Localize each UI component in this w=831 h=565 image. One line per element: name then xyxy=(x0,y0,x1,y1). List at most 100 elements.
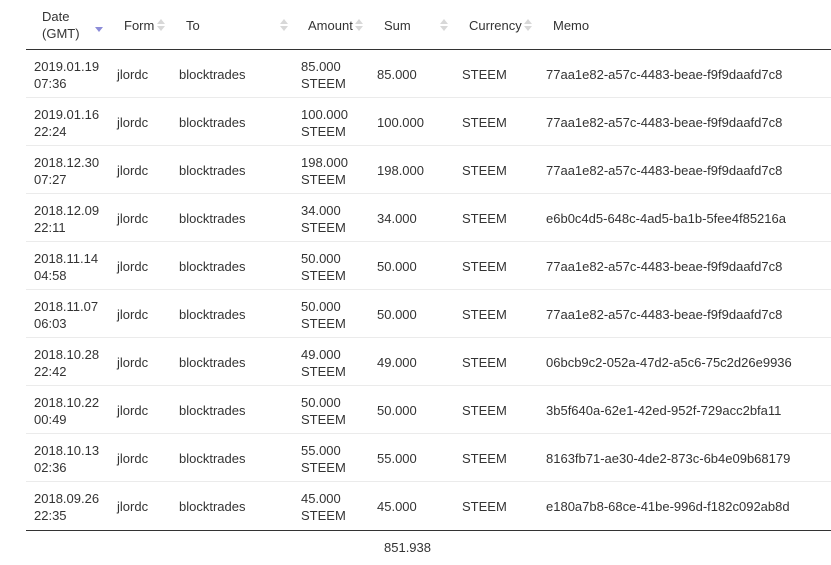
column-header-from[interactable]: Form xyxy=(124,0,169,50)
column-header-memo[interactable]: Memo xyxy=(553,0,613,50)
cell-currency-value: STEEM xyxy=(462,67,507,82)
cell-memo: 3b5f640a-62e1-42ed-952f-729acc2bfa11 xyxy=(546,402,781,419)
cell-to: blocktrades xyxy=(179,306,245,323)
column-header-date[interactable]: Date (GMT) xyxy=(42,0,112,50)
cell-to-value: blocktrades xyxy=(179,499,246,514)
cell-date-subvalue: 07:27 xyxy=(34,172,67,187)
cell-from-value: jlordc xyxy=(117,499,149,514)
cell-memo-value: 3b5f640a-62e1-42ed-952f-729acc2bfa11 xyxy=(546,403,782,418)
cell-from-value: jlordc xyxy=(117,355,149,370)
cell-currency-value: STEEM xyxy=(462,307,507,322)
cell-sum-value: 50.000 xyxy=(377,259,417,274)
cell-currency: STEEM xyxy=(462,162,507,179)
cell-amount-subvalue: STEEM xyxy=(301,316,346,331)
cell-from: jlordc xyxy=(117,162,148,179)
cell-amount-value: 55.000 xyxy=(301,443,341,458)
column-header-sum-label: Sum xyxy=(384,17,411,33)
cell-amount-subvalue: STEEM xyxy=(301,220,346,235)
cell-amount-subvalue: STEEM xyxy=(301,76,346,91)
row-divider xyxy=(26,241,831,242)
cell-to-value: blocktrades xyxy=(179,403,246,418)
cell-from: jlordc xyxy=(117,450,148,467)
cell-currency-value: STEEM xyxy=(462,115,507,130)
cell-currency-value: STEEM xyxy=(462,163,507,178)
cell-memo-value: e180a7b8-68ce-41be-996d-f182c092ab8d xyxy=(546,499,790,514)
cell-memo-value: 77aa1e82-a57c-4483-beae-f9f9daafd7c8 xyxy=(546,67,783,82)
column-header-currency[interactable]: Currency xyxy=(469,0,539,50)
cell-memo-value: 06bcb9c2-052a-47d2-a5c6-75c2d26e9936 xyxy=(546,355,792,370)
column-header-sum[interactable]: Sum xyxy=(384,0,454,50)
sort-icon[interactable] xyxy=(157,19,165,31)
cell-from: jlordc xyxy=(117,258,148,275)
cell-memo: 77aa1e82-a57c-4483-beae-f9f9daafd7c8 xyxy=(546,258,782,275)
cell-date: 2018.11.07 06:03 xyxy=(34,298,98,332)
cell-date-value: 2018.09.26 xyxy=(34,491,100,506)
cell-amount: 45.000 STEEM xyxy=(301,490,346,524)
sort-icon[interactable] xyxy=(355,19,363,31)
cell-sum-value: 34.000 xyxy=(377,211,417,226)
cell-from: jlordc xyxy=(117,306,148,323)
cell-sum: 45.000 xyxy=(377,498,417,515)
row-divider xyxy=(26,97,831,98)
cell-memo-value: e6b0c4d5-648c-4ad5-ba1b-5fee4f85216a xyxy=(546,211,786,226)
cell-memo: e6b0c4d5-648c-4ad5-ba1b-5fee4f85216a xyxy=(546,210,786,227)
cell-amount-value: 50.000 xyxy=(301,251,341,266)
cell-currency: STEEM xyxy=(462,402,507,419)
cell-date-value: 2018.12.09 xyxy=(34,203,100,218)
cell-date-subvalue: 22:11 xyxy=(34,220,66,235)
cell-from-value: jlordc xyxy=(117,115,149,130)
cell-amount: 50.000 STEEM xyxy=(301,298,346,332)
cell-to: blocktrades xyxy=(179,114,245,131)
column-header-to[interactable]: To xyxy=(186,0,291,50)
cell-to: blocktrades xyxy=(179,402,245,419)
cell-memo: 06bcb9c2-052a-47d2-a5c6-75c2d26e9936 xyxy=(546,354,792,371)
table-header: Date (GMT) Form To Amount Sum Currency Me… xyxy=(0,0,831,50)
sort-icon[interactable] xyxy=(280,19,288,31)
cell-currency: STEEM xyxy=(462,306,507,323)
cell-from-value: jlordc xyxy=(117,211,149,226)
cell-sum-value: 85.000 xyxy=(377,67,417,82)
cell-from-value: jlordc xyxy=(117,451,149,466)
cell-from-value: jlordc xyxy=(117,403,149,418)
row-divider xyxy=(26,337,831,338)
cell-from: jlordc xyxy=(117,114,148,131)
cell-from: jlordc xyxy=(117,354,148,371)
cell-from-value: jlordc xyxy=(117,259,149,274)
row-divider xyxy=(26,145,831,146)
column-header-to-label: To xyxy=(186,17,200,33)
cell-currency: STEEM xyxy=(462,450,507,467)
sort-descending-icon[interactable] xyxy=(95,20,103,32)
cell-sum-value: 55.000 xyxy=(377,451,417,466)
cell-currency-value: STEEM xyxy=(462,259,507,274)
cell-date: 2018.11.14 04:58 xyxy=(34,250,98,284)
cell-sum: 198.000 xyxy=(377,162,424,179)
row-divider xyxy=(26,289,831,290)
row-divider xyxy=(26,193,831,194)
sort-icon[interactable] xyxy=(524,19,532,31)
cell-date-subvalue: 22:35 xyxy=(34,508,67,523)
sort-icon[interactable] xyxy=(440,19,448,31)
cell-currency-value: STEEM xyxy=(462,211,507,226)
cell-to: blocktrades xyxy=(179,162,245,179)
cell-currency: STEEM xyxy=(462,114,507,131)
cell-memo: e180a7b8-68ce-41be-996d-f182c092ab8d xyxy=(546,498,790,515)
cell-to: blocktrades xyxy=(179,498,245,515)
cell-to: blocktrades xyxy=(179,210,245,227)
cell-date-subvalue: 02:36 xyxy=(34,460,67,475)
row-divider xyxy=(26,433,831,434)
cell-date: 2018.12.30 07:27 xyxy=(34,154,99,188)
column-header-amount-label: Amount xyxy=(308,17,353,33)
column-header-amount[interactable]: Amount xyxy=(308,0,368,50)
cell-currency: STEEM xyxy=(462,258,507,275)
cell-sum: 85.000 xyxy=(377,66,417,83)
cell-to-value: blocktrades xyxy=(179,451,246,466)
cell-memo: 77aa1e82-a57c-4483-beae-f9f9daafd7c8 xyxy=(546,306,782,323)
cell-memo-value: 77aa1e82-a57c-4483-beae-f9f9daafd7c8 xyxy=(546,259,783,274)
cell-amount-value: 85.000 xyxy=(301,59,341,74)
column-header-memo-label: Memo xyxy=(553,17,590,33)
cell-date: 2019.01.16 22:24 xyxy=(34,106,99,140)
cell-memo-value: 77aa1e82-a57c-4483-beae-f9f9daafd7c8 xyxy=(546,307,783,322)
column-header-currency-label: Currency xyxy=(469,17,522,33)
cell-to-value: blocktrades xyxy=(179,163,246,178)
cell-amount: 100.000 STEEM xyxy=(301,106,348,140)
